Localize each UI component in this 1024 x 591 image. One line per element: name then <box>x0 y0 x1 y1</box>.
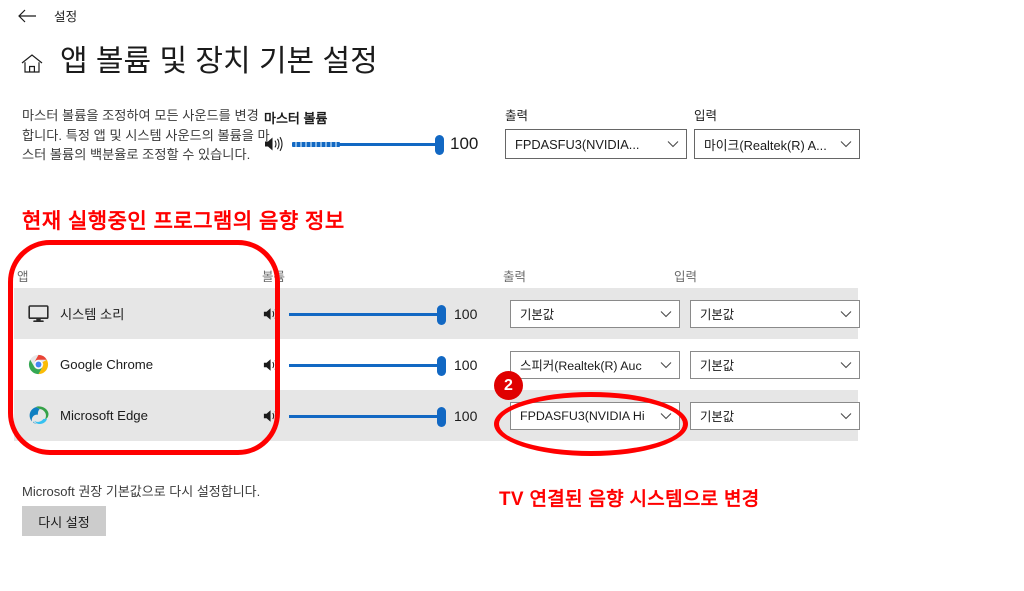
speaker-icon[interactable] <box>260 354 282 376</box>
column-header-input: 입력 <box>674 270 698 284</box>
chevron-down-icon <box>666 137 680 151</box>
app-name-cell: 시스템 소리 <box>27 303 247 325</box>
app-input-select-wrapper: 기본값 <box>690 299 860 328</box>
annotation-step-badge: 2 <box>494 371 523 400</box>
app-output-value: 기본값 <box>520 307 555 322</box>
column-header-volume: 볼륨 <box>262 270 286 284</box>
master-output-value: FPDASFU3(NVIDIA... <box>515 136 640 152</box>
annotation-top-text: 현재 실행중인 프로그램의 음향 정보 <box>22 210 345 233</box>
table-row[interactable]: 시스템 소리 100 기본값 기본값 <box>14 288 860 339</box>
app-volume-thumb[interactable] <box>437 406 446 427</box>
chevron-down-icon <box>839 358 853 372</box>
app-volume-track-filled <box>289 414 441 418</box>
monitor-icon <box>27 303 49 325</box>
app-input-select[interactable]: 기본값 <box>690 299 860 328</box>
master-volume-value: 100 <box>450 134 479 153</box>
speaker-icon[interactable] <box>260 405 282 427</box>
column-header-app: 앱 <box>17 270 29 284</box>
chevron-down-icon <box>659 307 673 321</box>
table-row[interactable]: Microsoft Edge 100 FPDASFU3(NVIDIA Hi 기본… <box>14 390 860 441</box>
chevron-down-icon <box>839 137 853 151</box>
app-input-value: 기본값 <box>700 307 735 322</box>
master-output-label: 출력 <box>505 109 529 123</box>
app-input-value: 기본값 <box>700 409 735 424</box>
master-volume-thumb[interactable] <box>435 135 444 155</box>
chevron-down-icon <box>659 358 673 372</box>
app-output-value: FPDASFU3(NVIDIA Hi <box>520 408 645 423</box>
table-row[interactable]: Google Chrome 100 스피커(Realtek(R) Auc 기본값 <box>14 339 860 390</box>
annotation-bottom-text: TV 연결된 음향 시스템으로 변경 <box>499 489 760 510</box>
app-volume-track-filled <box>289 363 441 367</box>
app-volume-thumb[interactable] <box>437 355 446 376</box>
app-volume-slider-row: 100 <box>260 303 477 325</box>
app-input-select-wrapper: 기본값 <box>690 401 860 430</box>
app-volume-table: 시스템 소리 100 기본값 기본값 Google Chrome 100 스피커… <box>14 288 860 441</box>
chevron-down-icon <box>839 307 853 321</box>
speaker-icon[interactable] <box>260 303 282 325</box>
app-volume-track[interactable] <box>287 304 447 325</box>
app-volume-slider-row: 100 <box>260 405 477 427</box>
master-output-select[interactable]: FPDASFU3(NVIDIA... <box>505 129 687 159</box>
reset-description: Microsoft 권장 기본값으로 다시 설정합니다. <box>22 484 261 499</box>
app-input-select-wrapper: 기본값 <box>690 350 860 379</box>
app-name: 시스템 소리 <box>60 307 125 322</box>
speaker-icon[interactable] <box>262 133 284 155</box>
edge-icon <box>27 405 49 427</box>
app-output-select-wrapper: 스피커(Realtek(R) Auc <box>510 350 680 379</box>
app-volume-track-filled <box>289 312 441 316</box>
app-volume-slider-row: 100 <box>260 354 477 376</box>
app-name-cell: Google Chrome <box>27 354 247 376</box>
app-output-value: 스피커(Realtek(R) Auc <box>520 358 642 373</box>
app-name-cell: Microsoft Edge <box>27 405 247 427</box>
reset-button[interactable]: 다시 설정 <box>22 506 106 536</box>
page-header: 앱 볼륨 및 장치 기본 설정 <box>18 45 378 79</box>
master-input-label: 입력 <box>694 109 718 123</box>
app-output-select-wrapper: FPDASFU3(NVIDIA Hi <box>510 401 680 430</box>
master-input-value: 마이크(Realtek(R) A... <box>704 137 827 153</box>
master-input-select[interactable]: 마이크(Realtek(R) A... <box>694 129 860 159</box>
app-volume-track[interactable] <box>287 406 447 427</box>
app-name: Microsoft Edge <box>60 408 148 423</box>
master-volume-track[interactable] <box>290 134 444 155</box>
app-volume-value: 100 <box>454 356 478 373</box>
chrome-icon <box>27 354 49 376</box>
app-output-select[interactable]: FPDASFU3(NVIDIA Hi <box>510 401 680 430</box>
app-volume-track[interactable] <box>287 355 447 376</box>
master-volume-label: 마스터 볼륨 <box>264 111 328 126</box>
master-volume-slider-row: 100 <box>262 133 478 155</box>
app-input-select[interactable]: 기본값 <box>690 401 860 430</box>
app-volume-value: 100 <box>454 305 478 322</box>
app-output-select-wrapper: 기본값 <box>510 299 680 328</box>
app-volume-value: 100 <box>454 407 478 424</box>
page-title: 앱 볼륨 및 장치 기본 설정 <box>60 45 378 78</box>
app-input-select[interactable]: 기본값 <box>690 350 860 379</box>
app-name: Google Chrome <box>60 357 154 372</box>
title-bar: 설정 <box>0 0 1024 34</box>
column-header-output: 출력 <box>503 270 527 284</box>
master-volume-track-dotted <box>292 142 340 147</box>
app-output-select[interactable]: 기본값 <box>510 299 680 328</box>
master-input-group: 입력 마이크(Realtek(R) A... <box>694 105 860 159</box>
app-input-value: 기본값 <box>700 358 735 373</box>
master-volume-description: 마스터 볼륨을 조정하여 모든 사운드를 변경합니다. 특정 앱 및 시스템 사… <box>22 108 270 162</box>
back-arrow-icon[interactable] <box>14 4 40 28</box>
chevron-down-icon <box>659 409 673 423</box>
app-output-select[interactable]: 스피커(Realtek(R) Auc <box>510 350 680 379</box>
window-title: 설정 <box>54 10 78 24</box>
master-volume-track-filled <box>338 143 438 146</box>
app-volume-thumb[interactable] <box>437 304 446 325</box>
home-icon <box>18 50 46 78</box>
chevron-down-icon <box>839 409 853 423</box>
master-output-group: 출력 FPDASFU3(NVIDIA... <box>505 105 687 159</box>
